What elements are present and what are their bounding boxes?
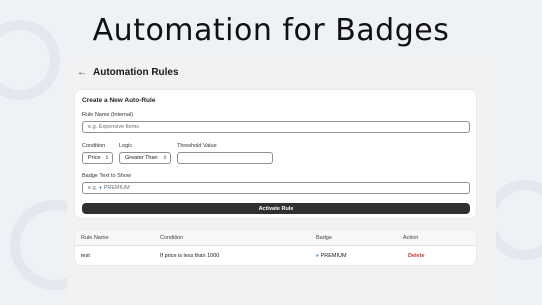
table-header: Rule Name (81, 234, 109, 241)
threshold-input[interactable] (177, 152, 273, 164)
table-row: test If price is less than 1000 ♦ PREMIU… (75, 246, 476, 265)
rules-table: Rule Name Condition Badge Action test If… (75, 230, 476, 265)
table-header-row: Rule Name Condition Badge Action (75, 230, 476, 246)
logic-value: Greater Than (125, 155, 158, 161)
badge-text-label: Badge Text to Show (82, 173, 131, 179)
chevron-updown-icon: ⇕ (104, 155, 109, 161)
badge-cell-text: PREMIUM (320, 252, 347, 259)
condition-label: Condition (82, 143, 106, 149)
badge-text-input[interactable]: e.g. ♦ PREMIUM (82, 182, 470, 194)
rule-name-placeholder: e.g. Expensive Items (88, 124, 140, 130)
badge-text-prefix: e.g. (88, 185, 98, 191)
arrow-left-icon[interactable]: ← (77, 67, 87, 78)
panel-header: ← Automation Rules (77, 67, 179, 78)
condition-select[interactable]: Price ⇕ (82, 152, 113, 164)
table-header: Condition (160, 234, 184, 241)
condition-cell: If price is less than 1000 (160, 252, 220, 259)
diamond-icon: ♦ (316, 252, 319, 259)
rule-name-input[interactable]: e.g. Expensive Items (82, 121, 470, 133)
section-title: Create a New Auto-Rule (82, 97, 156, 104)
table-header: Action (403, 234, 419, 241)
badge-cell: ♦ PREMIUM (316, 246, 347, 265)
rule-name-label: Rule Name (Internal) (82, 112, 134, 118)
badge-text-placeholder: PREMIUM (103, 185, 130, 191)
create-rule-card: Create a New Auto-Rule Rule Name (Intern… (75, 90, 476, 218)
threshold-label: Threshold Value (177, 143, 217, 149)
delete-button[interactable]: Delete (408, 253, 425, 259)
logic-select[interactable]: Greater Than ⇕ (119, 152, 171, 164)
delete-button-cell: Delete (408, 246, 425, 265)
logic-label: Logic (119, 143, 133, 149)
diamond-icon: ♦ (99, 185, 102, 191)
table-header: Badge (316, 234, 332, 241)
chevron-updown-icon: ⇕ (162, 155, 167, 161)
condition-value: Price (88, 155, 101, 161)
rule-name-cell: test (81, 252, 90, 259)
page-title: Automation Rules (93, 67, 179, 78)
automation-panel: ← Automation Rules Create a New Auto-Rul… (67, 58, 496, 305)
activate-rule-button[interactable]: Activate Rule (82, 203, 470, 214)
hero-title: Automation for Badges (92, 13, 450, 48)
